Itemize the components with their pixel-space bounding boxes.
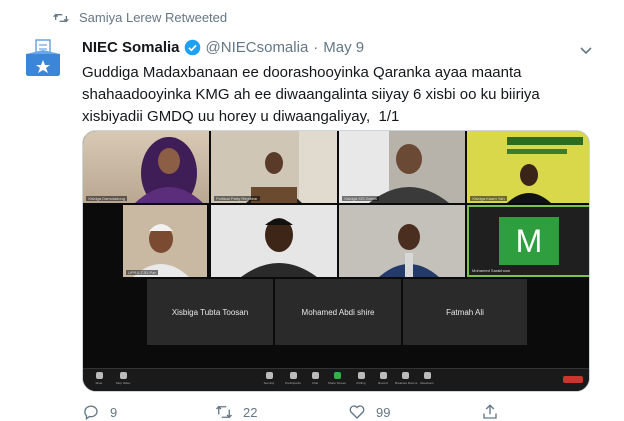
participant-name-tile: Fatmah Ali <box>403 279 527 345</box>
retweet-icon <box>53 13 69 22</box>
poll-icon <box>357 372 365 379</box>
reply-count: 9 <box>110 404 118 420</box>
share-icon <box>483 404 497 419</box>
share-button[interactable] <box>481 403 614 421</box>
participant-tile: UPRS-T-51 Par <box>123 205 207 277</box>
author-handle[interactable]: @NIECsomalia <box>206 39 309 56</box>
share-screen-button: Share Screen <box>327 372 347 385</box>
tweet-actions: 9 22 99 <box>82 403 614 421</box>
verified-badge-icon <box>184 39 200 56</box>
participant-label: Mohamed Sarakhoon <box>472 268 511 273</box>
microphone-icon <box>95 372 103 379</box>
participant-tile: Political Party Registrar <box>211 131 337 203</box>
shield-icon <box>265 372 273 379</box>
mute-button: Mute <box>89 372 109 385</box>
reply-icon <box>84 405 98 421</box>
chat-button: Chat <box>305 372 325 385</box>
grid-icon <box>401 372 409 379</box>
share-icon <box>333 372 341 379</box>
chat-icon <box>311 372 319 379</box>
end-call-button <box>563 376 583 383</box>
camera-icon <box>119 372 127 379</box>
participant-avatar-tile: M Mohamed Sarakhoon <box>467 205 589 277</box>
video-call-toolbar: Mute Stop Video Security Participants Ch… <box>83 368 589 391</box>
retweet-count: 22 <box>243 404 258 420</box>
people-icon <box>289 372 297 379</box>
like-count: 99 <box>376 404 391 420</box>
stop-video-button: Stop Video <box>113 372 133 385</box>
avatar[interactable] <box>20 36 66 82</box>
participant-name-tile: Mohamed Abdi shire <box>275 279 401 345</box>
separator-dot: · <box>313 39 319 56</box>
participant-tile: Xisbiga XIS Goma <box>339 131 465 203</box>
like-button[interactable]: 99 <box>348 403 481 421</box>
tweet-header: NIEC Somalia @NIECsomalia · May 9 <box>82 39 364 56</box>
chevron-down-icon[interactable] <box>578 42 594 58</box>
participant-label: Xisbiga Kaam Yah <box>470 196 507 201</box>
participant-label: Political Party Registrar <box>214 196 260 201</box>
participant-tile: Xisbiga Damuladuug <box>83 131 209 203</box>
retweet-icon <box>216 405 232 419</box>
breakout-rooms-button: Breakout Rooms <box>395 372 417 385</box>
smile-icon <box>423 372 431 379</box>
participant-tile <box>211 205 337 277</box>
retweet-button[interactable]: 22 <box>215 403 348 421</box>
retweet-header: Samiya Lerew Retweeted <box>53 10 227 25</box>
tweet-date[interactable]: May 9 <box>323 39 364 56</box>
author-name[interactable]: NIEC Somalia <box>82 39 180 56</box>
ballot-box-logo-icon <box>26 39 60 76</box>
participant-label: Xisbiga XIS Goma <box>342 196 379 201</box>
participant-initial: M <box>499 217 559 265</box>
participants-button: Participants <box>283 372 303 385</box>
polling-button: Polling <box>351 372 371 385</box>
record-button: Record <box>373 372 393 385</box>
security-button: Security <box>259 372 279 385</box>
heart-icon <box>349 405 365 419</box>
record-icon <box>379 372 387 379</box>
participant-tile: Xisbiga Kaam Yah <box>467 131 589 203</box>
reply-button[interactable]: 9 <box>82 403 215 421</box>
participant-name-tile: Xisbiga Tubta Toosan <box>147 279 273 345</box>
participant-label: Xisbiga Damuladuug <box>86 196 127 201</box>
tweet-media-video-call[interactable]: Xisbiga Damuladuug Political Party Regis… <box>82 130 590 392</box>
participant-label: UPRS-T-51 Par <box>126 270 158 275</box>
participant-tile <box>339 205 465 277</box>
reactions-button: Reactions <box>417 372 437 385</box>
tweet-text: Guddiga Madaxbanaan ee doorashooyinka Qa… <box>82 64 544 125</box>
retweet-text[interactable]: Samiya Lerew Retweeted <box>79 10 227 25</box>
